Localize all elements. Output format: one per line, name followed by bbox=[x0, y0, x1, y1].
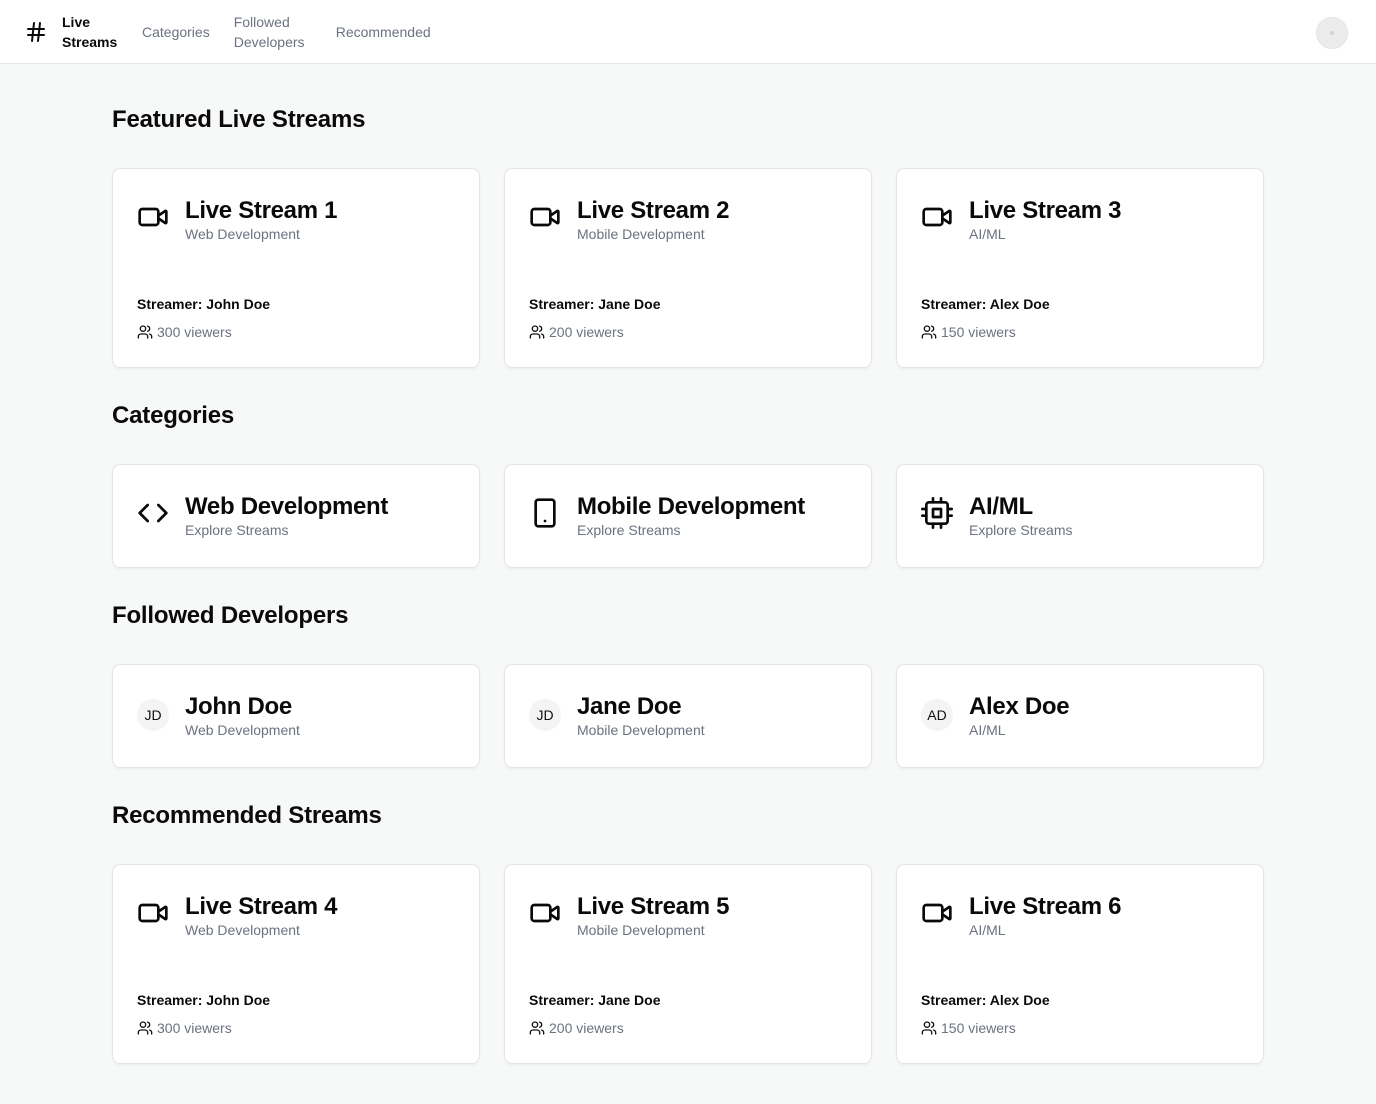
developer-name: Jane Doe bbox=[577, 693, 682, 720]
streamer-name: Streamer: John Doe bbox=[137, 992, 271, 1008]
viewer-count: 150 viewers bbox=[941, 324, 1016, 340]
stream-category: Mobile Development bbox=[577, 922, 705, 938]
developer-card[interactable]: JD John Doe Web Development bbox=[112, 664, 480, 768]
stream-title: Live Stream 2 bbox=[577, 197, 730, 224]
hash-icon bbox=[27, 21, 45, 42]
stream-title: Live Stream 1 bbox=[185, 197, 338, 224]
viewer-count: 300 viewers bbox=[157, 324, 232, 340]
video-icon bbox=[529, 201, 561, 233]
stream-category: AI/ML bbox=[969, 226, 1006, 242]
viewer-count: 200 viewers bbox=[549, 324, 624, 340]
stream-category: AI/ML bbox=[969, 922, 1006, 938]
category-title: Web Development bbox=[185, 493, 389, 520]
stream-title: Live Stream 4 bbox=[185, 893, 338, 920]
viewer-count: 150 viewers bbox=[941, 1020, 1016, 1036]
developer-category: Web Development bbox=[185, 722, 300, 738]
users-icon bbox=[921, 325, 937, 339]
featured-section: Featured Live Streams Live Stream 1 Web … bbox=[112, 104, 1264, 368]
category-link: Explore Streams bbox=[577, 522, 681, 538]
stream-category: Mobile Development bbox=[577, 226, 705, 242]
nav-followed-developers[interactable]: Followed Developers bbox=[234, 12, 312, 52]
users-icon bbox=[921, 1021, 937, 1035]
stream-card[interactable]: Live Stream 6 AI/ML Streamer: Alex Doe 1… bbox=[896, 864, 1264, 1064]
category-title: AI/ML bbox=[969, 493, 1033, 520]
section-title-recommended: Recommended Streams bbox=[112, 802, 382, 829]
stream-card[interactable]: Live Stream 2 Mobile Development Streame… bbox=[504, 168, 872, 368]
section-title-featured: Featured Live Streams bbox=[112, 106, 366, 133]
categories-section: Categories Web Development Explore Strea… bbox=[112, 400, 1264, 568]
followed-developers-section: Followed Developers JD John Doe Web Deve… bbox=[112, 600, 1264, 768]
developer-name: Alex Doe bbox=[969, 693, 1070, 720]
user-avatar[interactable] bbox=[1316, 17, 1348, 49]
developer-category: AI/ML bbox=[969, 722, 1006, 738]
tablet-icon bbox=[529, 497, 561, 529]
developer-card[interactable]: JD Jane Doe Mobile Development bbox=[504, 664, 872, 768]
category-link: Explore Streams bbox=[969, 522, 1073, 538]
developer-avatar: JD bbox=[529, 699, 561, 731]
stream-title: Live Stream 3 bbox=[969, 197, 1122, 224]
developer-category: Mobile Development bbox=[577, 722, 705, 738]
category-title: Mobile Development bbox=[577, 493, 805, 520]
developer-avatar: AD bbox=[921, 699, 953, 731]
video-icon bbox=[921, 897, 953, 929]
category-card[interactable]: Web Development Explore Streams bbox=[112, 464, 480, 568]
streamer-name: Streamer: Jane Doe bbox=[529, 992, 661, 1008]
developer-avatar: JD bbox=[137, 699, 169, 731]
stream-card[interactable]: Live Stream 5 Mobile Development Streame… bbox=[504, 864, 872, 1064]
streamer-name: Streamer: Alex Doe bbox=[921, 992, 1050, 1008]
nav-categories[interactable]: Categories bbox=[142, 22, 210, 42]
video-icon bbox=[137, 897, 169, 929]
brand-name: Live Streams bbox=[62, 13, 118, 50]
recommended-section: Recommended Streams Live Stream 4 Web De… bbox=[112, 800, 1264, 1064]
stream-card[interactable]: Live Stream 4 Web Development Streamer: … bbox=[112, 864, 480, 1064]
section-title-categories: Categories bbox=[112, 402, 235, 429]
viewer-count: 200 viewers bbox=[549, 1020, 624, 1036]
stream-card[interactable]: Live Stream 1 Web Development Streamer: … bbox=[112, 168, 480, 368]
nav-recommended[interactable]: Recommended bbox=[336, 22, 431, 42]
video-icon bbox=[529, 897, 561, 929]
main-nav: Categories Followed Developers Recommend… bbox=[142, 12, 431, 52]
users-icon bbox=[529, 325, 545, 339]
category-card[interactable]: Mobile Development Explore Streams bbox=[504, 464, 872, 568]
cpu-icon bbox=[921, 497, 953, 529]
top-nav-bar: Live Streams Categories Followed Develop… bbox=[0, 0, 1376, 64]
stream-category: Web Development bbox=[185, 226, 300, 242]
main-content: Featured Live Streams Live Stream 1 Web … bbox=[0, 104, 1376, 1064]
section-title-followed: Followed Developers bbox=[112, 602, 349, 629]
developer-card[interactable]: AD Alex Doe AI/ML bbox=[896, 664, 1264, 768]
avatar-placeholder bbox=[1330, 31, 1334, 35]
video-icon bbox=[921, 201, 953, 233]
users-icon bbox=[137, 325, 153, 339]
streamer-name: Streamer: Jane Doe bbox=[529, 296, 661, 312]
stream-title: Live Stream 5 bbox=[577, 893, 730, 920]
developer-name: John Doe bbox=[185, 693, 292, 720]
streamer-name: Streamer: Alex Doe bbox=[921, 296, 1050, 312]
users-icon bbox=[529, 1021, 545, 1035]
logo[interactable]: Live Streams bbox=[24, 12, 122, 52]
category-card[interactable]: AI/ML Explore Streams bbox=[896, 464, 1264, 568]
video-icon bbox=[137, 201, 169, 233]
users-icon bbox=[137, 1021, 153, 1035]
stream-card[interactable]: Live Stream 3 AI/ML Streamer: Alex Doe 1… bbox=[896, 168, 1264, 368]
viewer-count: 300 viewers bbox=[157, 1020, 232, 1036]
streamer-name: Streamer: John Doe bbox=[137, 296, 271, 312]
category-link: Explore Streams bbox=[185, 522, 289, 538]
stream-title: Live Stream 6 bbox=[969, 893, 1122, 920]
code-icon bbox=[137, 497, 169, 529]
stream-category: Web Development bbox=[185, 922, 300, 938]
